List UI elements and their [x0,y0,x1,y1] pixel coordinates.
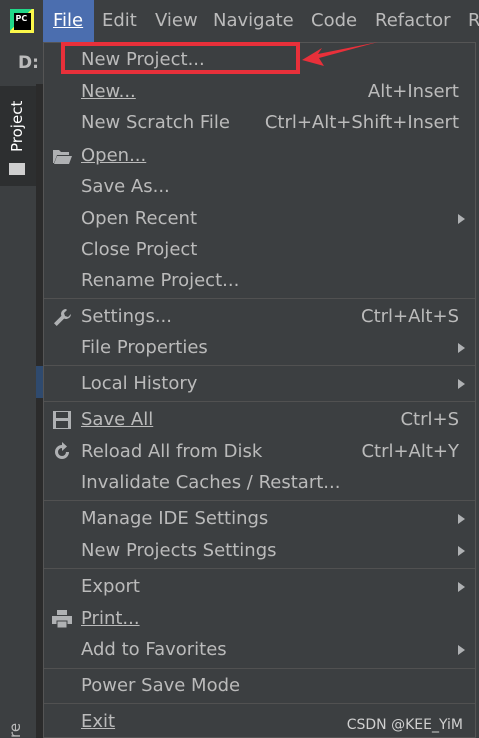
menu-bar: PC File Edit View Navigate Code Refactor… [0,0,479,42]
menu-item-print[interactable]: Print... [44,603,475,635]
folder-icon [9,163,25,175]
annotation-arrow-icon [302,42,378,66]
submenu-arrow-icon [458,343,465,353]
menu-separator [44,500,475,501]
submenu-arrow-icon [458,645,465,655]
pycharm-logo-icon: PC [10,9,34,33]
submenu-arrow-icon [458,214,465,224]
annotation-highlight-box [61,42,300,74]
menu-separator [44,298,475,299]
menu-item-rename-project[interactable]: Rename Project... [44,265,475,297]
menu-item-new[interactable]: New... Alt+Insert [44,76,475,108]
submenu-arrow-icon [458,379,465,389]
menu-item-settings[interactable]: Settings... Ctrl+Alt+S [44,301,475,333]
watermark-text: CSDN @KEE_YiM [346,717,463,733]
menu-item-open-recent[interactable]: Open Recent [44,203,475,235]
file-menu-dropdown: New Project... New... Alt+Insert New Scr… [43,42,476,738]
shortcut-label: Ctrl+S [400,409,459,430]
submenu-arrow-icon [458,514,465,524]
structure-tab-label[interactable]: re [6,723,24,738]
menu-item-save-all[interactable]: Save All Ctrl+S [44,404,475,436]
menu-separator [44,703,475,704]
shortcut-label: Ctrl+Alt+Y [361,441,459,462]
menu-item-add-to-favorites[interactable]: Add to Favorites [44,634,475,666]
menu-item-file-properties[interactable]: File Properties [44,332,475,364]
menu-item-export[interactable]: Export [44,571,475,603]
folder-open-icon [53,150,72,164]
menu-item-reload-all[interactable]: Reload All from Disk Ctrl+Alt+Y [44,436,475,468]
menu-separator [44,401,475,402]
menu-item-local-history[interactable]: Local History [44,368,475,400]
menu-item-open[interactable]: Open... [44,140,475,172]
menu-view[interactable]: View [155,0,198,42]
menu-separator [44,568,475,569]
menu-item-power-save-mode[interactable]: Power Save Mode [44,670,475,702]
submenu-arrow-icon [458,546,465,556]
logo-text: PC [13,12,31,30]
menu-item-invalidate-caches[interactable]: Invalidate Caches / Restart... [44,467,475,499]
submenu-arrow-icon [458,582,465,592]
menu-code[interactable]: Code [311,0,357,42]
reload-icon [55,442,69,459]
shortcut-label: Alt+Insert [367,81,459,102]
project-tab-label: Project [8,100,26,152]
menu-item-save-as[interactable]: Save As... [44,171,475,203]
shortcut-label: Ctrl+Alt+Shift+Insert [264,112,459,133]
printer-icon [52,610,72,629]
menu-item-manage-ide-settings[interactable]: Manage IDE Settings [44,503,475,535]
menu-item-new-scratch-file[interactable]: New Scratch File Ctrl+Alt+Shift+Insert [44,107,475,139]
menu-navigate[interactable]: Navigate [213,0,294,42]
menu-file[interactable]: File [43,0,94,42]
save-icon [53,411,71,429]
menu-item-close-project[interactable]: Close Project [44,234,475,266]
menu-separator [44,668,475,669]
menu-run[interactable]: R [468,0,479,42]
drive-label: D: [18,53,39,73]
shortcut-label: Ctrl+Alt+S [361,306,459,327]
menu-edit[interactable]: Edit [102,0,137,42]
menu-separator [44,365,475,366]
menu-item-new-projects-settings[interactable]: New Projects Settings [44,535,475,567]
menu-refactor[interactable]: Refactor [375,0,451,42]
wrench-icon [54,309,71,326]
